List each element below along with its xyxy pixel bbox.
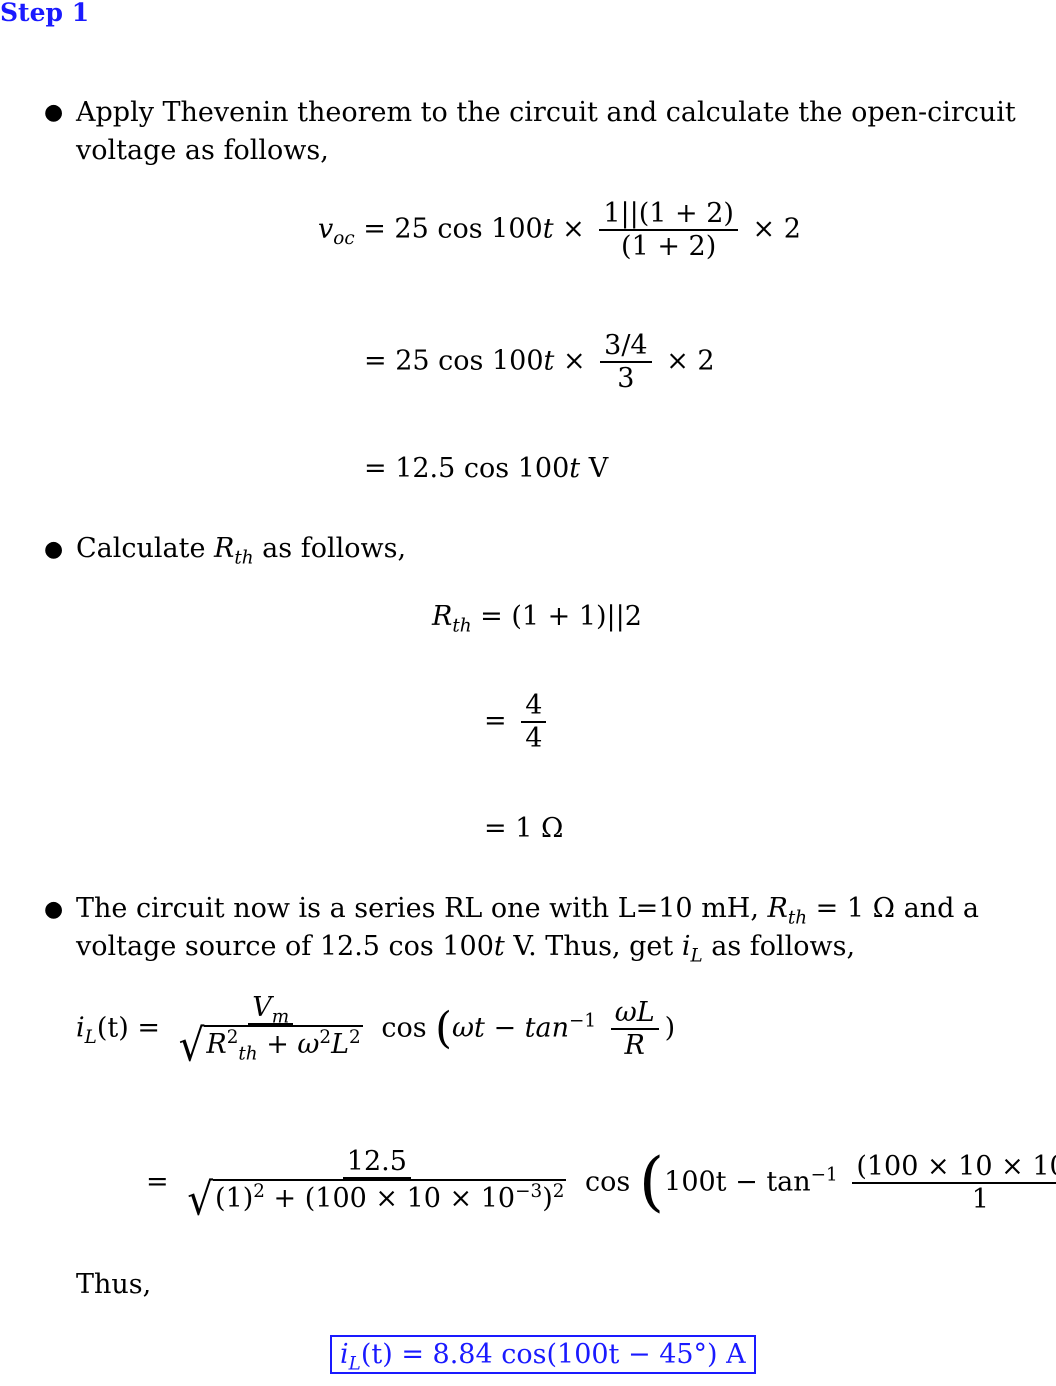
rth-fraction: 44 xyxy=(521,690,547,754)
sqrt-symbol: √ R2th + ω2L2 xyxy=(178,1018,363,1072)
il-substituted-equation: = 12.5 √ (1)2 + (100 × 10 × 10−3)2 cos (1… xyxy=(146,1146,1056,1226)
sqrt-symbol: √ (1)2 + (100 × 10 × 10−3)2 xyxy=(187,1172,567,1226)
il-general-fraction: Vm √ R2th + ω2L2 xyxy=(178,992,363,1072)
bullet-1-line-2: voltage as follows, xyxy=(76,135,329,166)
bullet-1-line-1: Apply Thevenin theorem to the circuit an… xyxy=(76,97,1016,128)
voc-equation-3: = 12.5 cos 100t V xyxy=(364,453,609,484)
bullet-icon: ● xyxy=(44,100,64,125)
bullet-icon: ● xyxy=(44,537,64,562)
rth-equation-2: = 44 xyxy=(484,690,552,754)
voc-fraction-2: 3/4 3 xyxy=(600,330,652,394)
bullet-3-line-1: The circuit now is a series RL one with … xyxy=(76,893,980,929)
bullet-icon: ● xyxy=(44,897,64,922)
rth-equation-3: = 1 Ω xyxy=(484,813,564,844)
bullet-3-line-2: voltage source of 12.5 cos 100t V. Thus,… xyxy=(76,931,856,967)
voc-fraction-1: 1||(1 + 2) (1 + 2) xyxy=(599,198,738,262)
voc-equation-2: = 25 cos 100t × 3/4 3 × 2 xyxy=(364,330,715,395)
final-answer-box: iL(t) = 8.84 cos(100t − 45°) A xyxy=(330,1335,756,1374)
rth-equation-1: Rth = (1 + 1)||2 xyxy=(432,601,642,637)
voc-equation-1: voc = 25 cos 100t × 1||(1 + 2) (1 + 2) × … xyxy=(318,198,801,263)
il-general-equation: iL(t) = Vm √ R2th + ω2L2 cos (ωt − tan−1 … xyxy=(76,992,676,1072)
il-angle-fraction: ωL R xyxy=(610,997,659,1061)
thus-label: Thus, xyxy=(76,1269,152,1300)
il-substituted-angle-fraction: (100 × 10 × 10−3) 1 xyxy=(852,1151,1056,1215)
bullet-2-line: Calculate Rth as follows, xyxy=(76,533,407,569)
il-substituted-fraction: 12.5 √ (1)2 + (100 × 10 × 10−3)2 xyxy=(187,1146,567,1226)
step-title: Step 1 xyxy=(0,0,90,27)
